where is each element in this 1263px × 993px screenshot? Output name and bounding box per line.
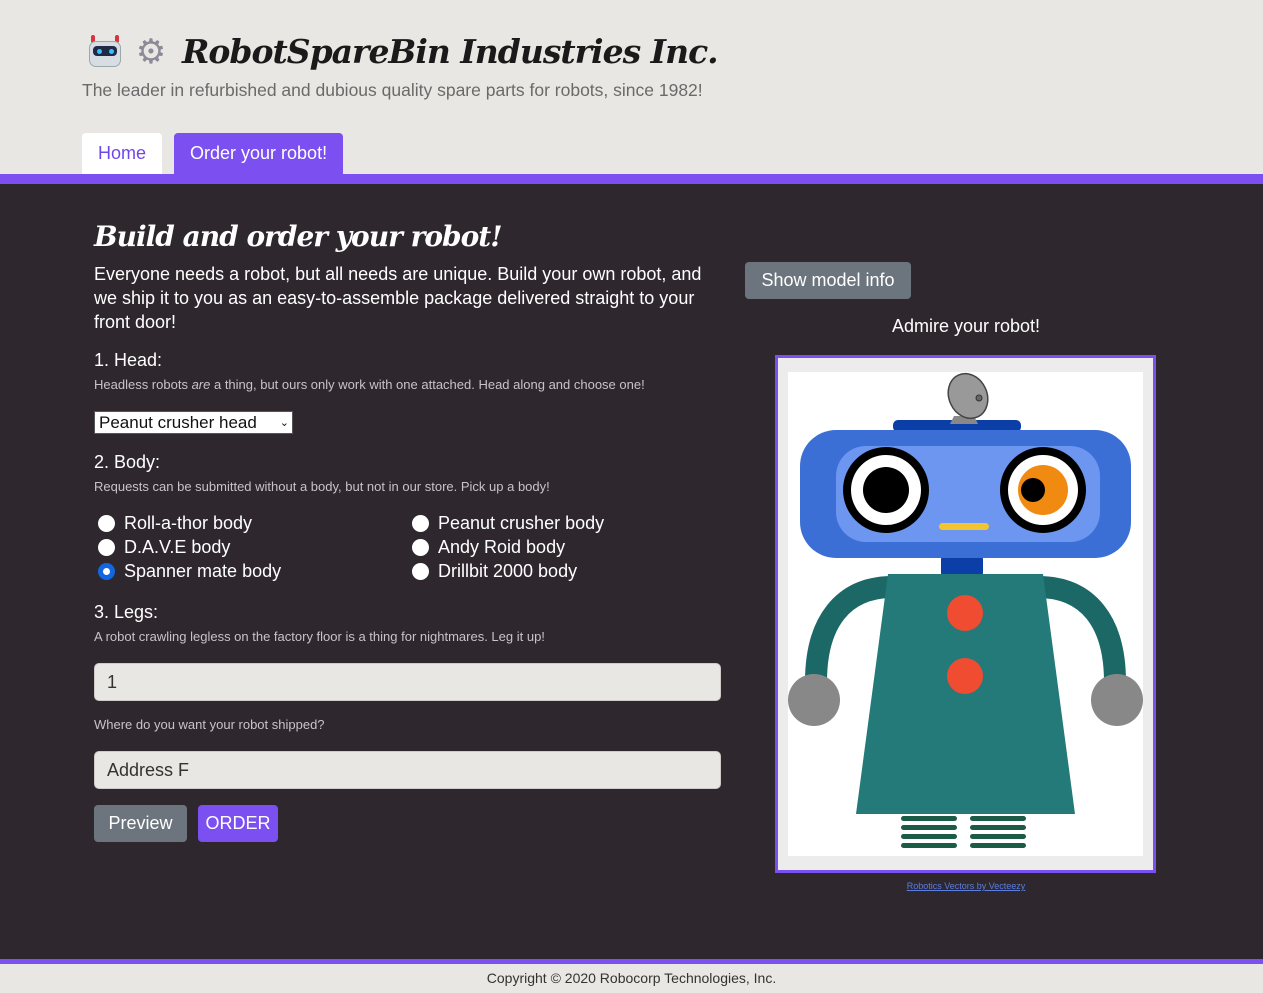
radio-button[interactable] [412,515,429,532]
tab-home[interactable]: Home [82,133,163,174]
head-select-value: Peanut crusher head [99,412,257,432]
radio-button[interactable] [412,539,429,556]
body-option-andy-roid[interactable]: Andy Roid body [412,537,565,558]
show-model-info-button[interactable]: Show model info [745,262,911,299]
legs-label: 3. Legs: [94,602,159,622]
brand: ⚙ RobotSpareBin Industries Inc. [86,31,719,72]
head-help: Headless robots are a thing, but ours on… [94,377,645,392]
main-content: Build and order your robot! Everyone nee… [0,184,1263,959]
tab-order-your-robot[interactable]: Order your robot! [174,133,344,174]
robot-preview-image [788,372,1143,856]
radio-button[interactable] [98,515,115,532]
robot-illustration [788,372,1143,848]
radio-button-checked[interactable] [98,563,115,580]
body-option-dave[interactable]: D.A.V.E body [98,537,230,558]
order-button[interactable]: ORDER [198,805,278,842]
page-title: Build and order your robot! [94,220,502,253]
vecteezy-credit-link[interactable]: Robotics Vectors by Vecteezy [776,881,1156,891]
brand-title: RobotSpareBin Industries Inc. [182,32,719,71]
address-help: Where do you want your robot shipped? [94,717,325,732]
chevron-down-icon: ⌄ [279,417,289,429]
tagline: The leader in refurbished and dubious qu… [82,80,703,100]
body-option-spanner-mate[interactable]: Spanner mate body [98,561,281,582]
head-select[interactable]: Peanut crusher head ⌄ [94,411,293,434]
body-help: Requests can be submitted without a body… [94,479,550,494]
head-label: 1. Head: [94,350,163,370]
body-option-roll-a-thor[interactable]: Roll-a-thor body [98,513,252,534]
robot-preview-frame [775,355,1156,873]
body-option-drillbit-2000[interactable]: Drillbit 2000 body [412,561,577,582]
legs-input[interactable]: 1 [94,663,721,701]
header-divider [0,174,1263,184]
radio-button[interactable] [412,563,429,580]
legs-help: A robot crawling legless on the factory … [94,629,545,644]
address-input[interactable]: Address F [94,751,721,789]
gear-icon: ⚙ [135,31,167,72]
body-option-peanut-crusher[interactable]: Peanut crusher body [412,513,604,534]
nav-tabs: Home Order your robot! [82,133,355,174]
admire-heading: Admire your robot! [891,316,1041,336]
radio-button[interactable] [98,539,115,556]
body-label: 2. Body: [94,452,161,472]
footer: Copyright © 2020 Robocorp Technologies, … [0,964,1263,993]
intro-text: Everyone needs a robot, but all needs ar… [94,264,702,332]
site-header: ⚙ RobotSpareBin Industries Inc. The lead… [0,0,1263,174]
robot-icon [86,33,124,71]
preview-button[interactable]: Preview [94,805,187,842]
